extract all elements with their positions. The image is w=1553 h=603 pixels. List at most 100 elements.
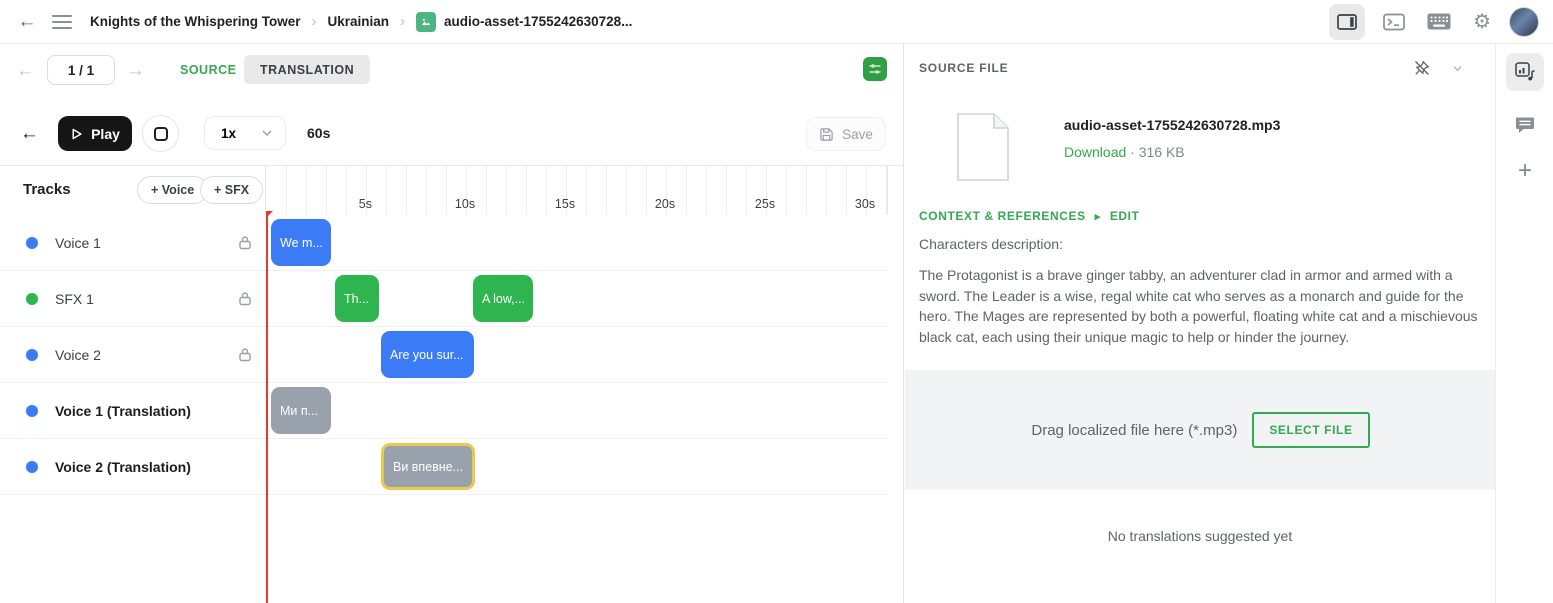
ruler-tick xyxy=(586,166,587,215)
ruler-tick xyxy=(686,166,687,215)
context-references-link[interactable]: CONTEXT & REFERENCES xyxy=(919,209,1086,223)
source-file-title: SOURCE FILE xyxy=(919,61,1008,75)
topbar-actions: ⚙ xyxy=(1329,4,1539,40)
comment-icon xyxy=(1515,116,1535,134)
save-button[interactable]: Save xyxy=(806,117,886,151)
add-voice-button[interactable]: + Voice xyxy=(137,176,208,204)
page-indicator[interactable]: 1 / 1 xyxy=(47,55,115,85)
add-sfx-button[interactable]: + SFX xyxy=(200,176,263,204)
right-rail: + xyxy=(1495,44,1553,603)
keyboard-button[interactable] xyxy=(1423,9,1455,34)
menu-icon[interactable] xyxy=(40,11,90,33)
speed-value: 1x xyxy=(221,126,236,141)
panel-collapse-button[interactable] xyxy=(1448,61,1467,76)
terminal-button[interactable] xyxy=(1379,9,1409,35)
ruler-tick xyxy=(806,166,807,215)
breadcrumb-language[interactable]: Ukrainian xyxy=(328,14,390,29)
speed-select[interactable]: 1x xyxy=(204,116,286,150)
lock-icon[interactable] xyxy=(238,291,252,311)
ruler-tick xyxy=(306,166,307,215)
track-color-dot xyxy=(26,405,38,417)
avatar[interactable] xyxy=(1509,7,1539,37)
lock-icon[interactable] xyxy=(238,235,252,255)
no-translations-message: No translations suggested yet xyxy=(904,528,1496,544)
tab-source[interactable]: SOURCE xyxy=(180,55,236,84)
unpin-button[interactable] xyxy=(1410,56,1434,80)
asset-image-icon xyxy=(416,12,436,32)
audio-file-icon xyxy=(1514,61,1536,83)
ruler-tick xyxy=(446,166,447,215)
add-panel-button[interactable]: + xyxy=(1506,152,1544,190)
lock-icon[interactable] xyxy=(238,347,252,367)
prev-page-button[interactable]: ← xyxy=(16,60,35,82)
timeline-back-button[interactable]: ← xyxy=(20,123,39,145)
timeline-clip[interactable]: Are you sur... xyxy=(381,331,474,378)
track-name: Voice 2 (Translation) xyxy=(55,459,191,475)
ruler-tick xyxy=(846,166,847,215)
timeline-clip[interactable]: Th... xyxy=(335,275,379,322)
ruler-tick-label: 10s xyxy=(455,197,475,211)
download-link[interactable]: Download xyxy=(1064,144,1126,160)
play-button[interactable]: Play xyxy=(58,116,132,151)
ruler-tick xyxy=(826,166,827,215)
breadcrumb-asset[interactable]: audio-asset-1755242630728... xyxy=(444,14,632,29)
playhead[interactable] xyxy=(266,211,268,603)
ruler-tick xyxy=(286,166,287,215)
tab-translation[interactable]: TRANSLATION xyxy=(244,55,370,84)
stop-button[interactable] xyxy=(142,115,179,152)
save-icon xyxy=(819,127,834,142)
timeline-clip[interactable]: A low,... xyxy=(473,275,533,322)
keyboard-icon xyxy=(1427,13,1451,30)
select-file-button[interactable]: SELECT FILE xyxy=(1252,412,1369,448)
chevron-down-icon xyxy=(261,129,273,137)
app-root: ← Knights of the Whispering Tower › Ukra… xyxy=(0,0,1553,603)
ruler-tick-label: 25s xyxy=(755,197,775,211)
ruler-tick xyxy=(706,166,707,215)
plus-icon: + xyxy=(1518,157,1532,185)
track-color-dot xyxy=(26,237,38,249)
effects-badge-button[interactable] xyxy=(863,57,887,81)
back-arrow-icon[interactable]: ← xyxy=(14,7,40,37)
timeline-ruler[interactable]: 5s10s15s20s25s30s xyxy=(265,166,888,215)
track-name: Voice 2 xyxy=(55,347,101,363)
play-icon xyxy=(70,127,83,141)
ruler-tick xyxy=(726,166,727,215)
play-label: Play xyxy=(91,126,120,142)
top-bar: ← Knights of the Whispering Tower › Ukra… xyxy=(0,0,1553,44)
timeline-clip[interactable]: Ви впевне... xyxy=(381,443,475,490)
source-file-panel: SOURCE FILE audio-asset-1755242630728.mp… xyxy=(903,44,1495,603)
dropzone-hint: Drag localized file here (*.mp3) xyxy=(1031,422,1237,439)
breadcrumb-project[interactable]: Knights of the Whispering Tower xyxy=(90,14,301,29)
layout-toggle-button[interactable] xyxy=(1329,4,1365,40)
ruler-tick xyxy=(506,166,507,215)
tracks-title: Tracks xyxy=(23,181,71,198)
track-name: Voice 1 xyxy=(55,235,101,251)
ruler-tick-label: 20s xyxy=(655,197,675,211)
source-filename: audio-asset-1755242630728.mp3 xyxy=(1064,117,1280,133)
layout-toggle-icon xyxy=(1337,14,1357,30)
track-color-dot xyxy=(26,349,38,361)
track-color-dot xyxy=(26,293,38,305)
ruler-tick xyxy=(406,166,407,215)
pin-slash-icon xyxy=(1414,60,1430,76)
save-label: Save xyxy=(842,127,873,142)
settings-button[interactable]: ⚙ xyxy=(1469,8,1495,36)
comments-button[interactable] xyxy=(1506,106,1544,144)
ruler-tick xyxy=(326,166,327,215)
track-name: Voice 1 (Translation) xyxy=(55,403,191,419)
description-text: The Protagonist is a brave ginger tabby,… xyxy=(919,265,1481,347)
localized-file-dropzone[interactable]: Drag localized file here (*.mp3) SELECT … xyxy=(905,370,1496,490)
context-references-row: CONTEXT & REFERENCES ▸ EDIT xyxy=(919,209,1140,223)
ruler-tick-label: 30s xyxy=(855,197,875,211)
audio-file-tab-button[interactable] xyxy=(1506,53,1544,91)
timeline-duration: 60s xyxy=(307,125,330,141)
next-page-button[interactable]: → xyxy=(126,60,145,82)
timeline-clip[interactable]: We m... xyxy=(271,219,331,266)
meta-separator: · xyxy=(1130,144,1135,160)
timeline-clip[interactable]: Ми п... xyxy=(271,387,331,434)
ruler-tick xyxy=(426,166,427,215)
file-size: 316 KB xyxy=(1139,144,1185,160)
edit-link[interactable]: EDIT xyxy=(1110,209,1140,223)
caret-right-icon: ▸ xyxy=(1095,210,1101,223)
chevron-down-icon xyxy=(1452,65,1463,72)
